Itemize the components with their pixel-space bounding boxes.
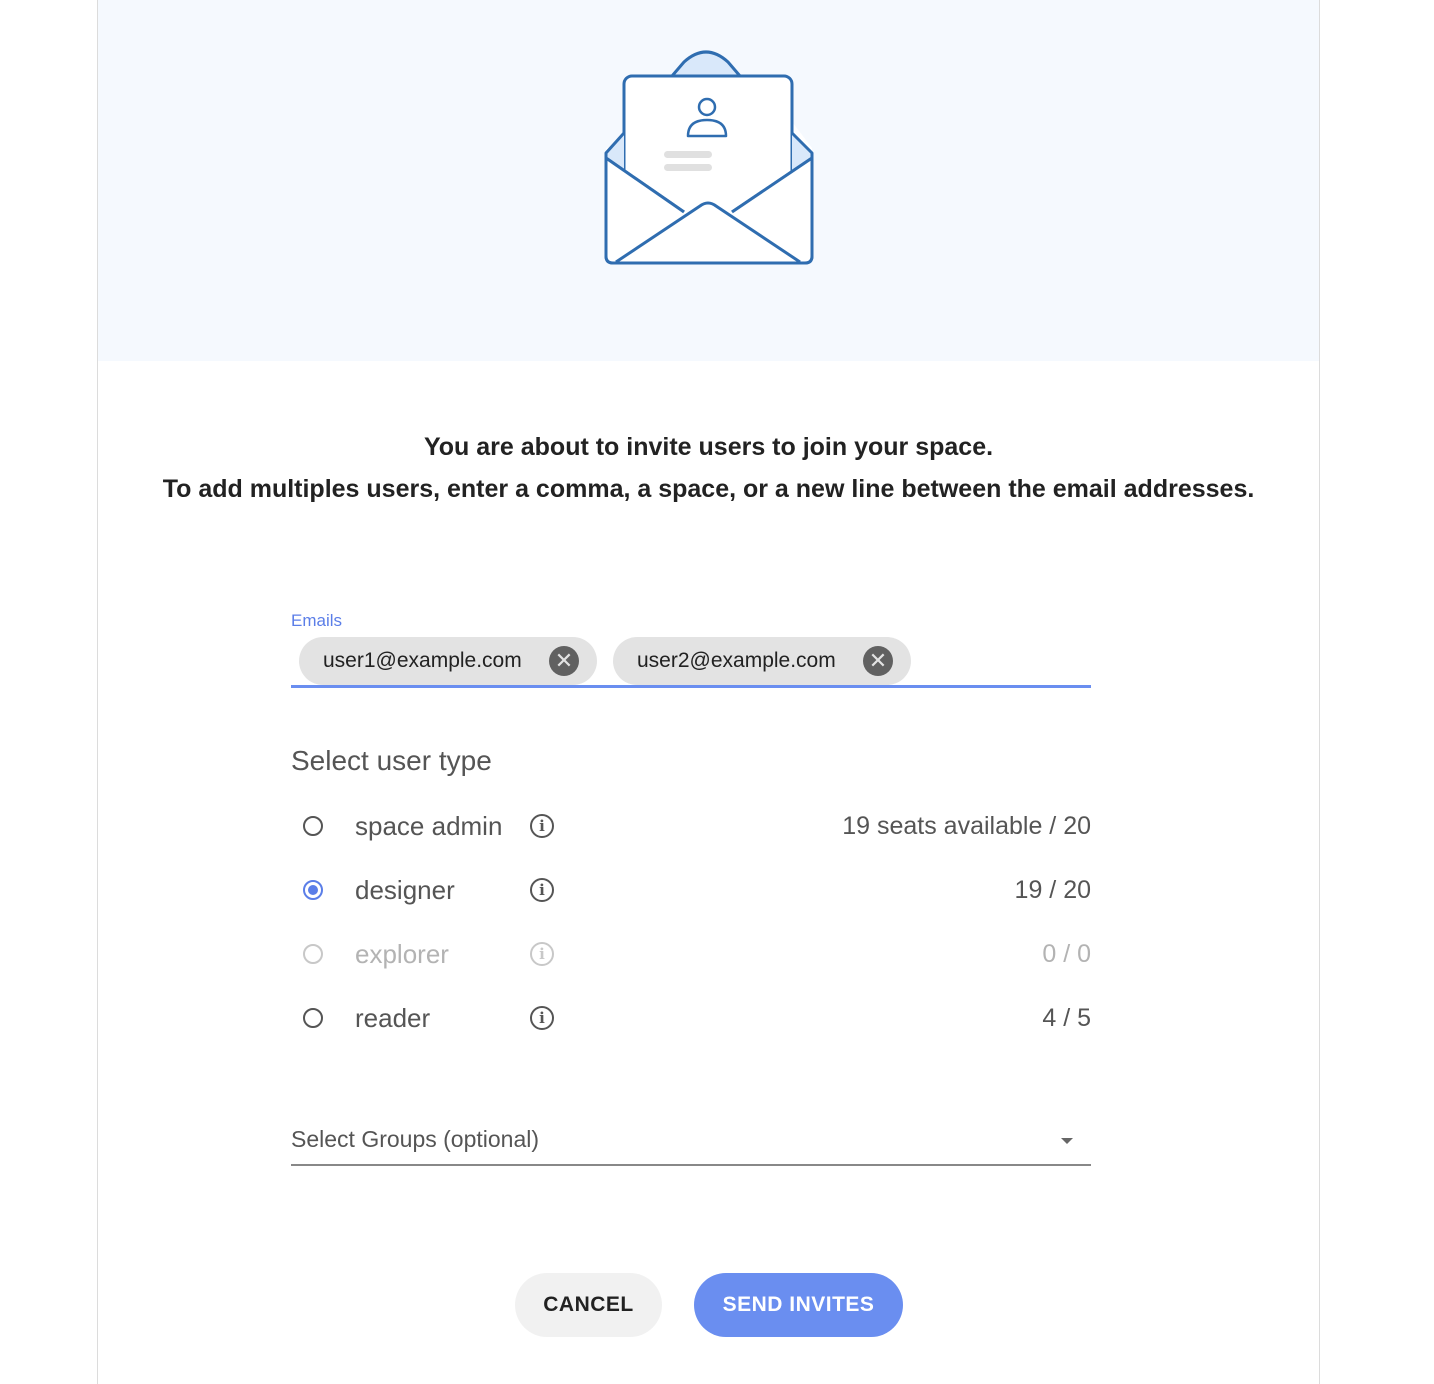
groups-select[interactable]: Select Groups (optional) xyxy=(291,1122,1091,1166)
seats-count: 19 / 20 xyxy=(1014,876,1091,904)
option-label: designer xyxy=(355,875,455,905)
emails-label: Emails xyxy=(291,611,343,630)
intro-line-1: You are about to invite users to join yo… xyxy=(423,433,994,461)
info-icon[interactable]: i xyxy=(530,814,554,838)
radio-explorer xyxy=(303,944,323,964)
hero-banner xyxy=(98,0,1319,361)
email-chip: user2@example.com ✕ xyxy=(613,637,911,685)
close-circle-icon[interactable]: ✕ xyxy=(549,646,579,676)
radio-designer[interactable] xyxy=(303,880,323,900)
email-chip-label: user1@example.com xyxy=(323,649,522,672)
send-invites-button[interactable]: SEND INVITES xyxy=(694,1273,903,1337)
invite-dialog: You are about to invite users to join yo… xyxy=(97,0,1320,1384)
emails-input[interactable]: user1@example.com ✕ user2@example.com ✕ xyxy=(291,637,1091,688)
user-type-option-reader[interactable]: reader i 4 / 5 xyxy=(291,1000,1091,1040)
user-type-option-explorer: explorer i 0 / 0 xyxy=(291,936,1091,976)
cancel-button[interactable]: CANCEL xyxy=(515,1273,662,1337)
info-icon[interactable]: i xyxy=(530,1006,554,1030)
info-icon[interactable]: i xyxy=(530,942,554,966)
option-label: explorer xyxy=(355,939,449,969)
seats-count: 0 / 0 xyxy=(1042,940,1091,968)
groups-placeholder: Select Groups (optional) xyxy=(291,1126,540,1152)
intro-text: You are about to invite users to join yo… xyxy=(98,426,1319,510)
email-chip-label: user2@example.com xyxy=(637,649,836,672)
seats-count: 4 / 5 xyxy=(1042,1004,1091,1032)
caret-down-icon[interactable] xyxy=(1061,1138,1073,1144)
intro-line-2: To add multiples users, enter a comma, a… xyxy=(162,475,1255,503)
radio-space-admin[interactable] xyxy=(303,816,323,836)
option-label: space admin xyxy=(355,811,503,841)
close-circle-icon[interactable]: ✕ xyxy=(863,646,893,676)
option-label: reader xyxy=(355,1003,431,1033)
user-type-title: Select user type xyxy=(291,745,492,776)
user-type-option-designer[interactable]: designer i 19 / 20 xyxy=(291,872,1091,912)
info-icon[interactable]: i xyxy=(530,878,554,902)
radio-reader[interactable] xyxy=(303,1008,323,1028)
user-type-option-space-admin[interactable]: space admin i 19 seats available / 20 xyxy=(291,808,1091,848)
seats-count: 19 seats available / 20 xyxy=(842,812,1091,840)
envelope-invite-icon xyxy=(604,50,814,265)
email-chip: user1@example.com ✕ xyxy=(299,637,597,685)
